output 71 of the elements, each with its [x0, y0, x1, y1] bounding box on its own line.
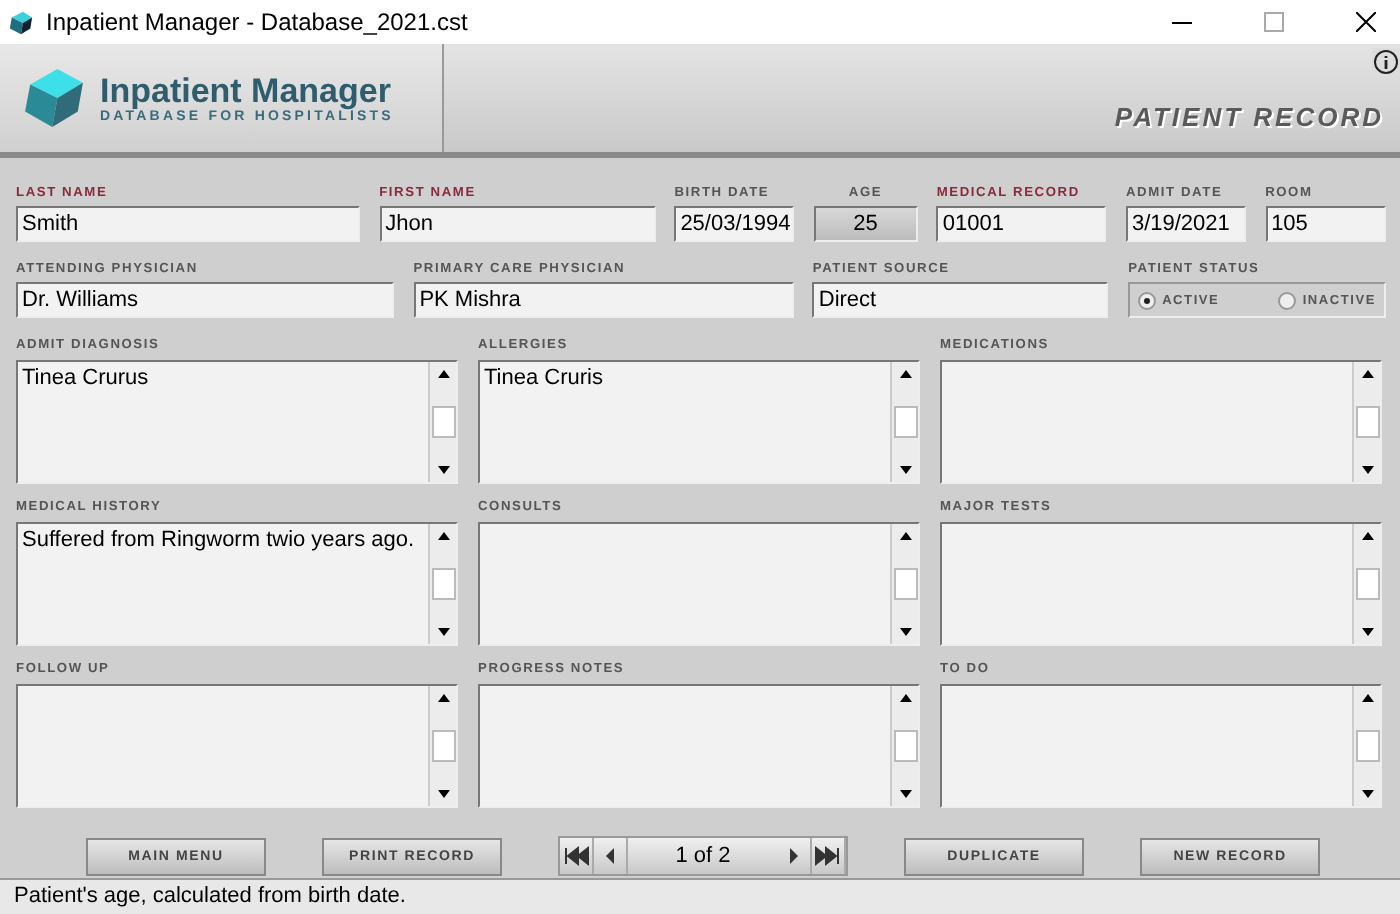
scroll-up-icon[interactable] [1357, 528, 1377, 544]
scroll-up-icon[interactable] [895, 366, 915, 382]
scroll-down-icon[interactable] [433, 786, 453, 802]
scrollbar[interactable] [428, 362, 456, 482]
scrollbar[interactable] [890, 686, 918, 806]
scroll-up-icon[interactable] [433, 690, 453, 706]
text-field[interactable]: Smith [16, 206, 360, 242]
text-value: Tinea Crurus [22, 366, 149, 390]
scrollbar[interactable] [890, 524, 918, 644]
scroll-thumb[interactable] [431, 730, 455, 762]
text-area[interactable]: Tinea Cruris [478, 360, 920, 484]
text-field[interactable]: 01001 [936, 206, 1107, 242]
scroll-thumb[interactable] [893, 730, 917, 762]
scroll-up-icon[interactable] [895, 690, 915, 706]
text-area[interactable] [16, 684, 458, 808]
text-area[interactable]: Suffered from Ringworm twio years ago. [16, 522, 458, 646]
text-area[interactable] [940, 360, 1382, 484]
text-field[interactable]: 25 [813, 206, 918, 242]
scroll-thumb[interactable] [893, 568, 917, 600]
text-area[interactable]: Tinea Crurus [16, 360, 458, 484]
scroll-down-icon[interactable] [433, 624, 453, 640]
scroll-down-icon[interactable] [433, 462, 453, 478]
text-field[interactable]: 3/19/2021 [1125, 206, 1246, 242]
app-name: Inpatient Manager [100, 73, 393, 109]
scroll-down-icon[interactable] [1357, 624, 1377, 640]
cube-icon [20, 64, 88, 132]
first-record-icon[interactable] [560, 838, 594, 874]
text-area[interactable] [940, 684, 1382, 808]
text-field[interactable]: Jhon [379, 206, 656, 242]
last-record-icon[interactable] [812, 838, 846, 874]
text-value: Suffered from Ringworm twio years ago. [22, 528, 415, 552]
radio-button[interactable] [1278, 291, 1297, 309]
scroll-up-icon[interactable] [895, 528, 915, 544]
scroll-down-icon[interactable] [1357, 462, 1377, 478]
scrollbar[interactable] [428, 524, 456, 644]
scroll-up-icon[interactable] [1357, 690, 1377, 706]
scrollbar[interactable] [1352, 524, 1380, 644]
text-field[interactable]: Direct [812, 282, 1109, 318]
scrollbar[interactable] [428, 686, 456, 806]
window-title: Inpatient Manager - Database_2021.cst [46, 8, 468, 36]
scrollbar[interactable] [890, 362, 918, 482]
radio-button[interactable] [1138, 291, 1157, 309]
scroll-thumb[interactable] [1355, 730, 1379, 762]
text-area[interactable] [940, 522, 1382, 646]
scroll-up-icon[interactable] [433, 366, 453, 382]
scroll-thumb[interactable] [1355, 568, 1379, 600]
scroll-up-icon[interactable] [433, 528, 453, 544]
scroll-up-icon[interactable] [1357, 366, 1377, 382]
scroll-down-icon[interactable] [895, 462, 915, 478]
scrollbar[interactable] [1352, 362, 1380, 482]
scroll-thumb[interactable] [893, 406, 917, 438]
text-field[interactable]: 25/03/1994 [674, 206, 795, 242]
text-area[interactable] [478, 684, 920, 808]
info-icon[interactable] [1372, 48, 1400, 76]
text-value: Tinea Cruris [484, 366, 603, 390]
section-title: PATIENT RECORD [1114, 102, 1386, 132]
scroll-down-icon[interactable] [895, 624, 915, 640]
scrollbar[interactable] [1352, 686, 1380, 806]
text-field[interactable]: Dr. Williams [16, 282, 394, 318]
scroll-down-icon[interactable] [1357, 786, 1377, 802]
page-indicator: 1 of 2 [673, 844, 733, 868]
text-field[interactable]: PK Mishra [413, 282, 794, 318]
text-area[interactable] [478, 522, 920, 646]
scroll-thumb[interactable] [431, 406, 455, 438]
scroll-thumb[interactable] [1355, 406, 1379, 438]
close-icon[interactable] [1356, 12, 1376, 32]
status-bar: Patient's age, calculated from birth date. [0, 878, 1400, 914]
scroll-thumb[interactable] [431, 568, 455, 600]
text-field[interactable]: 105 [1265, 206, 1386, 242]
cube-icon [8, 9, 34, 35]
scroll-down-icon[interactable] [895, 786, 915, 802]
